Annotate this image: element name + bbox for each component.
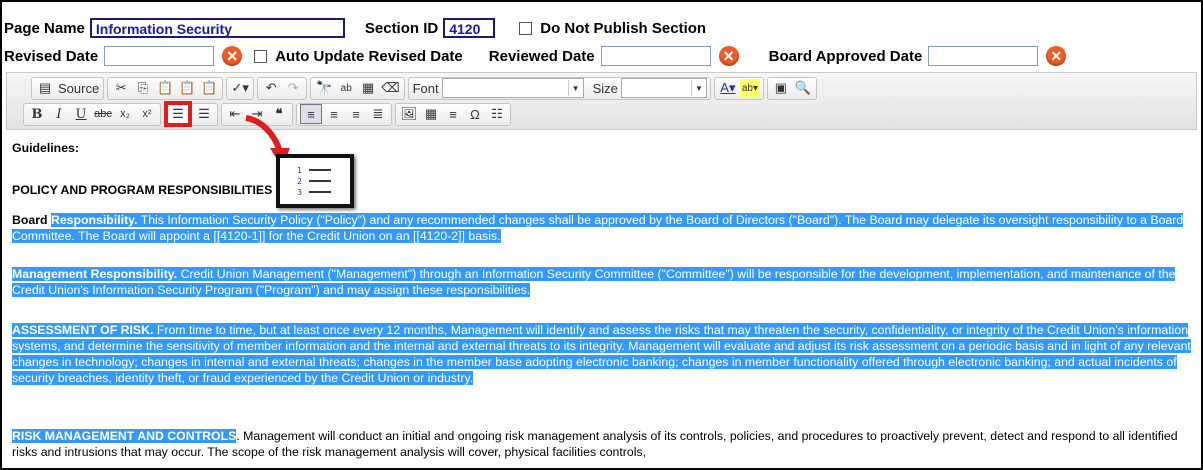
source-icon: ▤ <box>38 80 52 95</box>
clear-reviewed-date-icon[interactable]: ✕ <box>718 46 739 66</box>
undo-icon[interactable]: ↶ <box>261 79 281 97</box>
bold-button[interactable]: B <box>27 105 47 123</box>
paste-icon[interactable]: 📋 <box>155 79 175 97</box>
p3-text: From time to time, but at least once eve… <box>12 323 1191 385</box>
tools-group: ▣ 🔍 <box>766 76 817 100</box>
board-approved-label: Board Approved Date <box>768 47 923 65</box>
basic-style-group: B I U abc x₂ x² <box>23 102 161 126</box>
p2-text: Credit Union Management ("Management") t… <box>12 267 1176 297</box>
header-row-1: Page Name Information Security Section I… <box>4 16 1201 40</box>
svg-text:1: 1 <box>297 166 302 175</box>
bulleted-list-icon[interactable]: ☰ <box>194 105 214 123</box>
font-select[interactable]: ▼ <box>441 78 584 98</box>
board-approved-date-field[interactable] <box>928 46 1039 66</box>
list-group: ☰ ☰ <box>164 101 218 127</box>
undo-group: ↶ ↷ <box>257 76 308 100</box>
redo-icon[interactable]: ↷ <box>283 79 303 97</box>
text-color-icon[interactable]: A▾ <box>718 79 738 97</box>
horizontal-rule-icon[interactable]: ≡ <box>443 105 463 123</box>
p1-title: Responsibility. <box>50 213 138 227</box>
insert-group: 🖼 ▦ ≡ Ω ☷ <box>395 102 511 126</box>
guidelines-heading: Guidelines: <box>12 141 79 155</box>
size-select[interactable]: ▼ <box>620 78 707 98</box>
auto-update-label: Auto Update Revised Date <box>275 47 463 65</box>
paste-word-icon[interactable]: 📋 <box>199 79 219 97</box>
paragraph-management: Management Responsibility. Credit Union … <box>12 266 1191 298</box>
clipboard-group: ✂ ⎘ 📋 📋 📋 <box>107 76 224 100</box>
svg-text:3: 3 <box>297 188 302 197</box>
spellcheck-group: ✓▾ <box>226 76 255 100</box>
size-label: Size <box>592 80 618 96</box>
paragraph-assessment: ASSESSMENT OF RISK. From time to time, b… <box>12 322 1191 386</box>
p3-title: ASSESSMENT OF RISK. <box>12 323 154 337</box>
font-group: Font ▼ Size ▼ <box>407 76 711 100</box>
reviewed-date-label: Reviewed Date <box>488 47 595 65</box>
align-right-icon[interactable]: ≡ <box>346 105 366 123</box>
page-name-field[interactable]: Information Security <box>89 18 345 38</box>
section-id-field[interactable]: 4120 <box>443 18 496 38</box>
clear-board-approved-date-icon[interactable]: ✕ <box>1046 46 1067 66</box>
preview-icon[interactable]: 🔍 <box>793 79 813 97</box>
source-button[interactable]: Source <box>57 79 100 97</box>
table-icon[interactable]: ▦ <box>421 105 441 123</box>
justify-icon[interactable]: ≣ <box>368 105 388 123</box>
select-all-icon[interactable]: ▦ <box>358 79 378 97</box>
superscript-button[interactable]: x² <box>137 105 157 123</box>
auto-update-checkbox[interactable] <box>254 49 268 63</box>
revised-date-field[interactable] <box>104 46 215 66</box>
revised-date-label: Revised Date <box>4 47 99 65</box>
source-group: ▤ Source <box>31 76 105 100</box>
editor-content[interactable]: Guidelines: POLICY AND PROGRAM RESPONSIB… <box>6 130 1197 468</box>
italic-button[interactable]: I <box>49 105 69 123</box>
underline-button[interactable]: U <box>71 105 91 123</box>
section-id-label: Section ID <box>364 19 439 37</box>
maximize-icon[interactable]: ▣ <box>771 79 791 97</box>
align-left-icon[interactable]: ≡ <box>300 104 322 124</box>
reviewed-date-field[interactable] <box>600 46 711 66</box>
do-not-publish-checkbox[interactable] <box>519 21 533 35</box>
color-group: A▾ ab▾ <box>713 76 764 100</box>
align-group: ≡ ≡ ≡ ≣ <box>296 102 392 126</box>
toolbar-row-1: ▤ Source ✂ ⎘ 📋 📋 📋 ✓▾ ↶ ↷ 🔭 ab ▦ ⌫ Font … <box>31 76 817 100</box>
page-name-label: Page Name <box>4 19 85 37</box>
page-break-icon[interactable]: ☷ <box>487 105 507 123</box>
image-icon[interactable]: 🖼 <box>399 105 419 123</box>
remove-format-icon[interactable]: ⌫ <box>380 79 400 97</box>
font-label: Font <box>412 80 439 96</box>
numbered-list-zoom-icon: 1 2 3 <box>276 154 354 208</box>
editor-toolbar: ▤ Source ✂ ⎘ 📋 📋 📋 ✓▾ ↶ ↷ 🔭 ab ▦ ⌫ Font … <box>6 72 1197 130</box>
size-dropdown-icon[interactable]: ▼ <box>690 80 706 96</box>
special-char-icon[interactable]: Ω <box>465 105 485 123</box>
svg-text:2: 2 <box>297 177 302 186</box>
copy-icon[interactable]: ⎘ <box>133 79 153 97</box>
background-color-icon[interactable]: ab▾ <box>739 79 760 97</box>
p4-title: RISK MANAGEMENT AND CONTROLS <box>12 429 237 443</box>
policy-heading: POLICY AND PROGRAM RESPONSIBILITIES <box>12 183 273 197</box>
p2-title: Management Responsibility. <box>12 267 178 281</box>
p1-text: This Information Security Policy ("Polic… <box>12 213 1184 243</box>
align-center-icon[interactable]: ≡ <box>324 105 344 123</box>
clear-revised-date-icon[interactable]: ✕ <box>222 46 243 66</box>
numbered-list-icon[interactable]: ☰ <box>164 101 192 127</box>
do-not-publish-label: Do Not Publish Section <box>540 19 707 37</box>
replace-icon[interactable]: ab <box>336 79 356 97</box>
subscript-button[interactable]: x₂ <box>115 105 135 123</box>
find-icon[interactable]: 🔭 <box>314 79 334 97</box>
spellcheck-icon[interactable]: ✓▾ <box>230 79 250 97</box>
editor-window: Page Name Information Security Section I… <box>0 0 1203 470</box>
strikethrough-button[interactable]: abc <box>93 105 113 123</box>
font-dropdown-icon[interactable]: ▼ <box>567 80 583 96</box>
header-row-2: Revised Date ✕ Auto Update Revised Date … <box>4 44 1201 68</box>
paragraph-risk-management: RISK MANAGEMENT AND CONTROLS. Management… <box>12 428 1191 460</box>
p1-lead: Board <box>12 213 48 227</box>
paragraph-board: Board Responsibility. This Information S… <box>12 212 1191 244</box>
cut-icon[interactable]: ✂ <box>111 79 131 97</box>
find-group: 🔭 ab ▦ ⌫ <box>310 76 405 100</box>
paste-text-icon[interactable]: 📋 <box>177 79 197 97</box>
